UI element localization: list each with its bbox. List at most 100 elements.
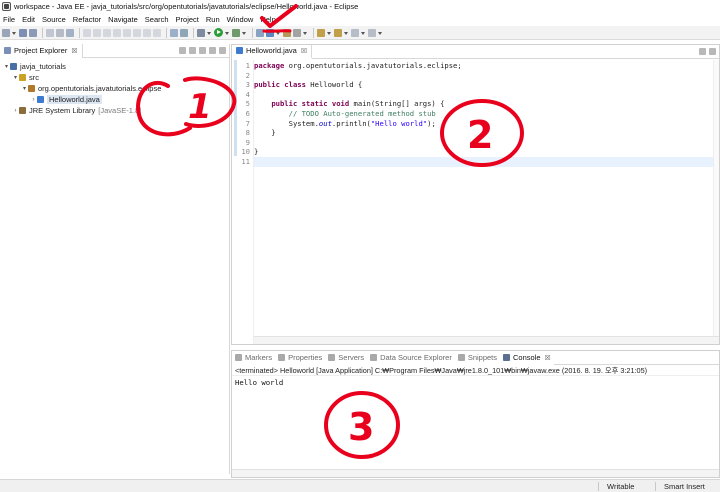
tree-item-label: Helloworld.java <box>47 95 102 104</box>
menu-help[interactable]: Help <box>260 15 275 24</box>
collapse-all-icon[interactable] <box>179 47 186 54</box>
annotation-prev-dropdown-icon[interactable] <box>344 29 348 37</box>
run-dropdown-icon[interactable] <box>225 29 229 37</box>
view-menu-icon[interactable] <box>199 47 206 54</box>
status-separator <box>598 482 599 491</box>
menu-search[interactable]: Search <box>145 15 169 24</box>
java-file-icon <box>236 47 243 54</box>
tab-servers[interactable]: Servers <box>325 350 368 365</box>
new-class-dropdown-icon[interactable] <box>276 29 280 37</box>
explorer-tab-header: Project Explorer ☒ <box>0 43 229 58</box>
expand-arrow-icon[interactable]: ▾ <box>12 74 19 81</box>
tree-item-project[interactable]: ▾ javja_tutorials <box>0 61 229 72</box>
tree-item-src[interactable]: ▾ src <box>0 72 229 83</box>
step-into-icon[interactable] <box>133 28 141 37</box>
tree-item-package[interactable]: ▾ org.opentutorials.javatutorials.eclips… <box>0 83 229 94</box>
expand-arrow-icon[interactable]: ▾ <box>21 85 28 92</box>
tab-properties[interactable]: Properties <box>275 350 326 365</box>
maximize-icon[interactable] <box>709 48 716 55</box>
tab-data-source-explorer[interactable]: Data Source Explorer <box>367 350 455 365</box>
disconnect-icon[interactable] <box>123 28 131 37</box>
console-output[interactable]: Hello world <box>232 376 719 389</box>
step-over-icon[interactable] <box>143 28 151 37</box>
code-line-3: 3 public class Helloworld { <box>245 80 363 90</box>
search-dropdown-icon[interactable] <box>303 29 307 37</box>
debug-icon[interactable] <box>197 28 205 37</box>
code-line-6: 6 // TODO Auto-generated method stub <box>245 108 436 118</box>
tab-console[interactable]: Console ☒ <box>500 350 554 365</box>
debug-dropdown-icon[interactable] <box>207 29 211 37</box>
run-icon[interactable] <box>214 28 223 37</box>
close-icon[interactable]: ☒ <box>545 354 551 362</box>
tab-label: Helloworld.java <box>246 46 297 55</box>
close-icon[interactable]: ☒ <box>301 47 307 55</box>
save-icon[interactable] <box>19 28 27 37</box>
servers-icon <box>328 354 336 361</box>
menu-run[interactable]: Run <box>206 15 220 24</box>
coverage-icon[interactable] <box>232 28 240 37</box>
external-tools-icon[interactable] <box>180 28 188 37</box>
close-icon[interactable]: ☒ <box>71 47 77 55</box>
tab-label: Project Explorer <box>14 46 68 55</box>
expand-arrow-icon[interactable]: › <box>12 108 19 114</box>
project-explorer-view: Project Explorer ☒ ▾ javja_tutorials ▾ s… <box>0 43 230 474</box>
forward-icon[interactable] <box>368 28 376 37</box>
menu-window[interactable]: Window <box>227 15 254 24</box>
annotation-next-dropdown-icon[interactable] <box>327 29 331 37</box>
properties-icon <box>278 354 286 361</box>
source-folder-icon <box>19 74 26 81</box>
tree-item-helloworld-java[interactable]: › Helloworld.java <box>0 94 229 105</box>
editor-vertical-scrollbar[interactable] <box>713 60 719 336</box>
menu-refactor[interactable]: Refactor <box>73 15 101 24</box>
search-icon[interactable] <box>293 28 301 37</box>
code-line-1: 1 package org.opentutorials.javatutorials… <box>245 61 462 70</box>
coverage-dropdown-icon[interactable] <box>242 29 246 37</box>
code-line-2: 2 <box>245 70 250 80</box>
menu-navigate[interactable]: Navigate <box>108 15 138 24</box>
new-dropdown-icon[interactable] <box>12 29 16 37</box>
print-icon[interactable] <box>46 28 54 37</box>
new-java-class-icon[interactable] <box>266 28 274 37</box>
menu-file[interactable]: File <box>3 15 15 24</box>
code-text-area[interactable]: 1 package org.opentutorials.javatutorials… <box>241 61 713 334</box>
tab-markers[interactable]: Markers <box>232 350 276 365</box>
new-icon[interactable] <box>2 28 10 37</box>
tab-project-explorer[interactable]: Project Explorer ☒ <box>0 43 83 58</box>
tree-item-jre-library[interactable]: › JRE System Library [JavaSE-1.8] <box>0 105 229 116</box>
suspend-icon[interactable] <box>103 28 111 37</box>
minimize-icon[interactable] <box>699 48 706 55</box>
editor-tab-header: Helloworld.java ☒ <box>232 44 719 59</box>
save-all-icon[interactable] <box>29 28 37 37</box>
window-title: workspace - Java EE - javja_tutorials/sr… <box>14 1 359 11</box>
annotation-prev-icon[interactable] <box>334 28 342 37</box>
server-icon[interactable] <box>66 28 74 37</box>
menu-source[interactable]: Source <box>42 15 66 24</box>
forward-dropdown-icon[interactable] <box>378 29 382 37</box>
step-return-icon[interactable] <box>153 28 161 37</box>
new-java-package-icon[interactable] <box>256 28 264 37</box>
link-with-editor-icon[interactable] <box>189 47 196 54</box>
back-icon[interactable] <box>351 28 359 37</box>
toolbar-separator <box>193 27 194 38</box>
open-perspective-icon[interactable] <box>170 28 178 37</box>
tab-helloworld-java[interactable]: Helloworld.java ☒ <box>232 44 313 59</box>
console-horizontal-scrollbar[interactable] <box>232 469 719 477</box>
minimize-icon[interactable] <box>209 47 216 54</box>
annotation-next-icon[interactable] <box>317 28 325 37</box>
back-dropdown-icon[interactable] <box>361 29 365 37</box>
open-type-icon[interactable] <box>283 28 291 37</box>
code-line-11-current: 11 <box>241 156 713 167</box>
menu-edit[interactable]: Edit <box>22 15 35 24</box>
maximize-icon[interactable] <box>219 47 226 54</box>
terminate-icon[interactable] <box>113 28 121 37</box>
editor-horizontal-scrollbar[interactable] <box>254 336 719 344</box>
resume-icon[interactable] <box>93 28 101 37</box>
skip-breakpoints-icon[interactable] <box>83 28 91 37</box>
editor-view-toolbar <box>696 48 716 55</box>
tab-snippets[interactable]: Snippets <box>454 350 501 365</box>
menu-project[interactable]: Project <box>176 15 199 24</box>
console-view-icon[interactable] <box>56 28 64 37</box>
library-icon <box>19 107 26 114</box>
expand-arrow-icon[interactable]: ▾ <box>3 63 10 70</box>
expand-arrow-icon[interactable]: › <box>30 97 37 103</box>
